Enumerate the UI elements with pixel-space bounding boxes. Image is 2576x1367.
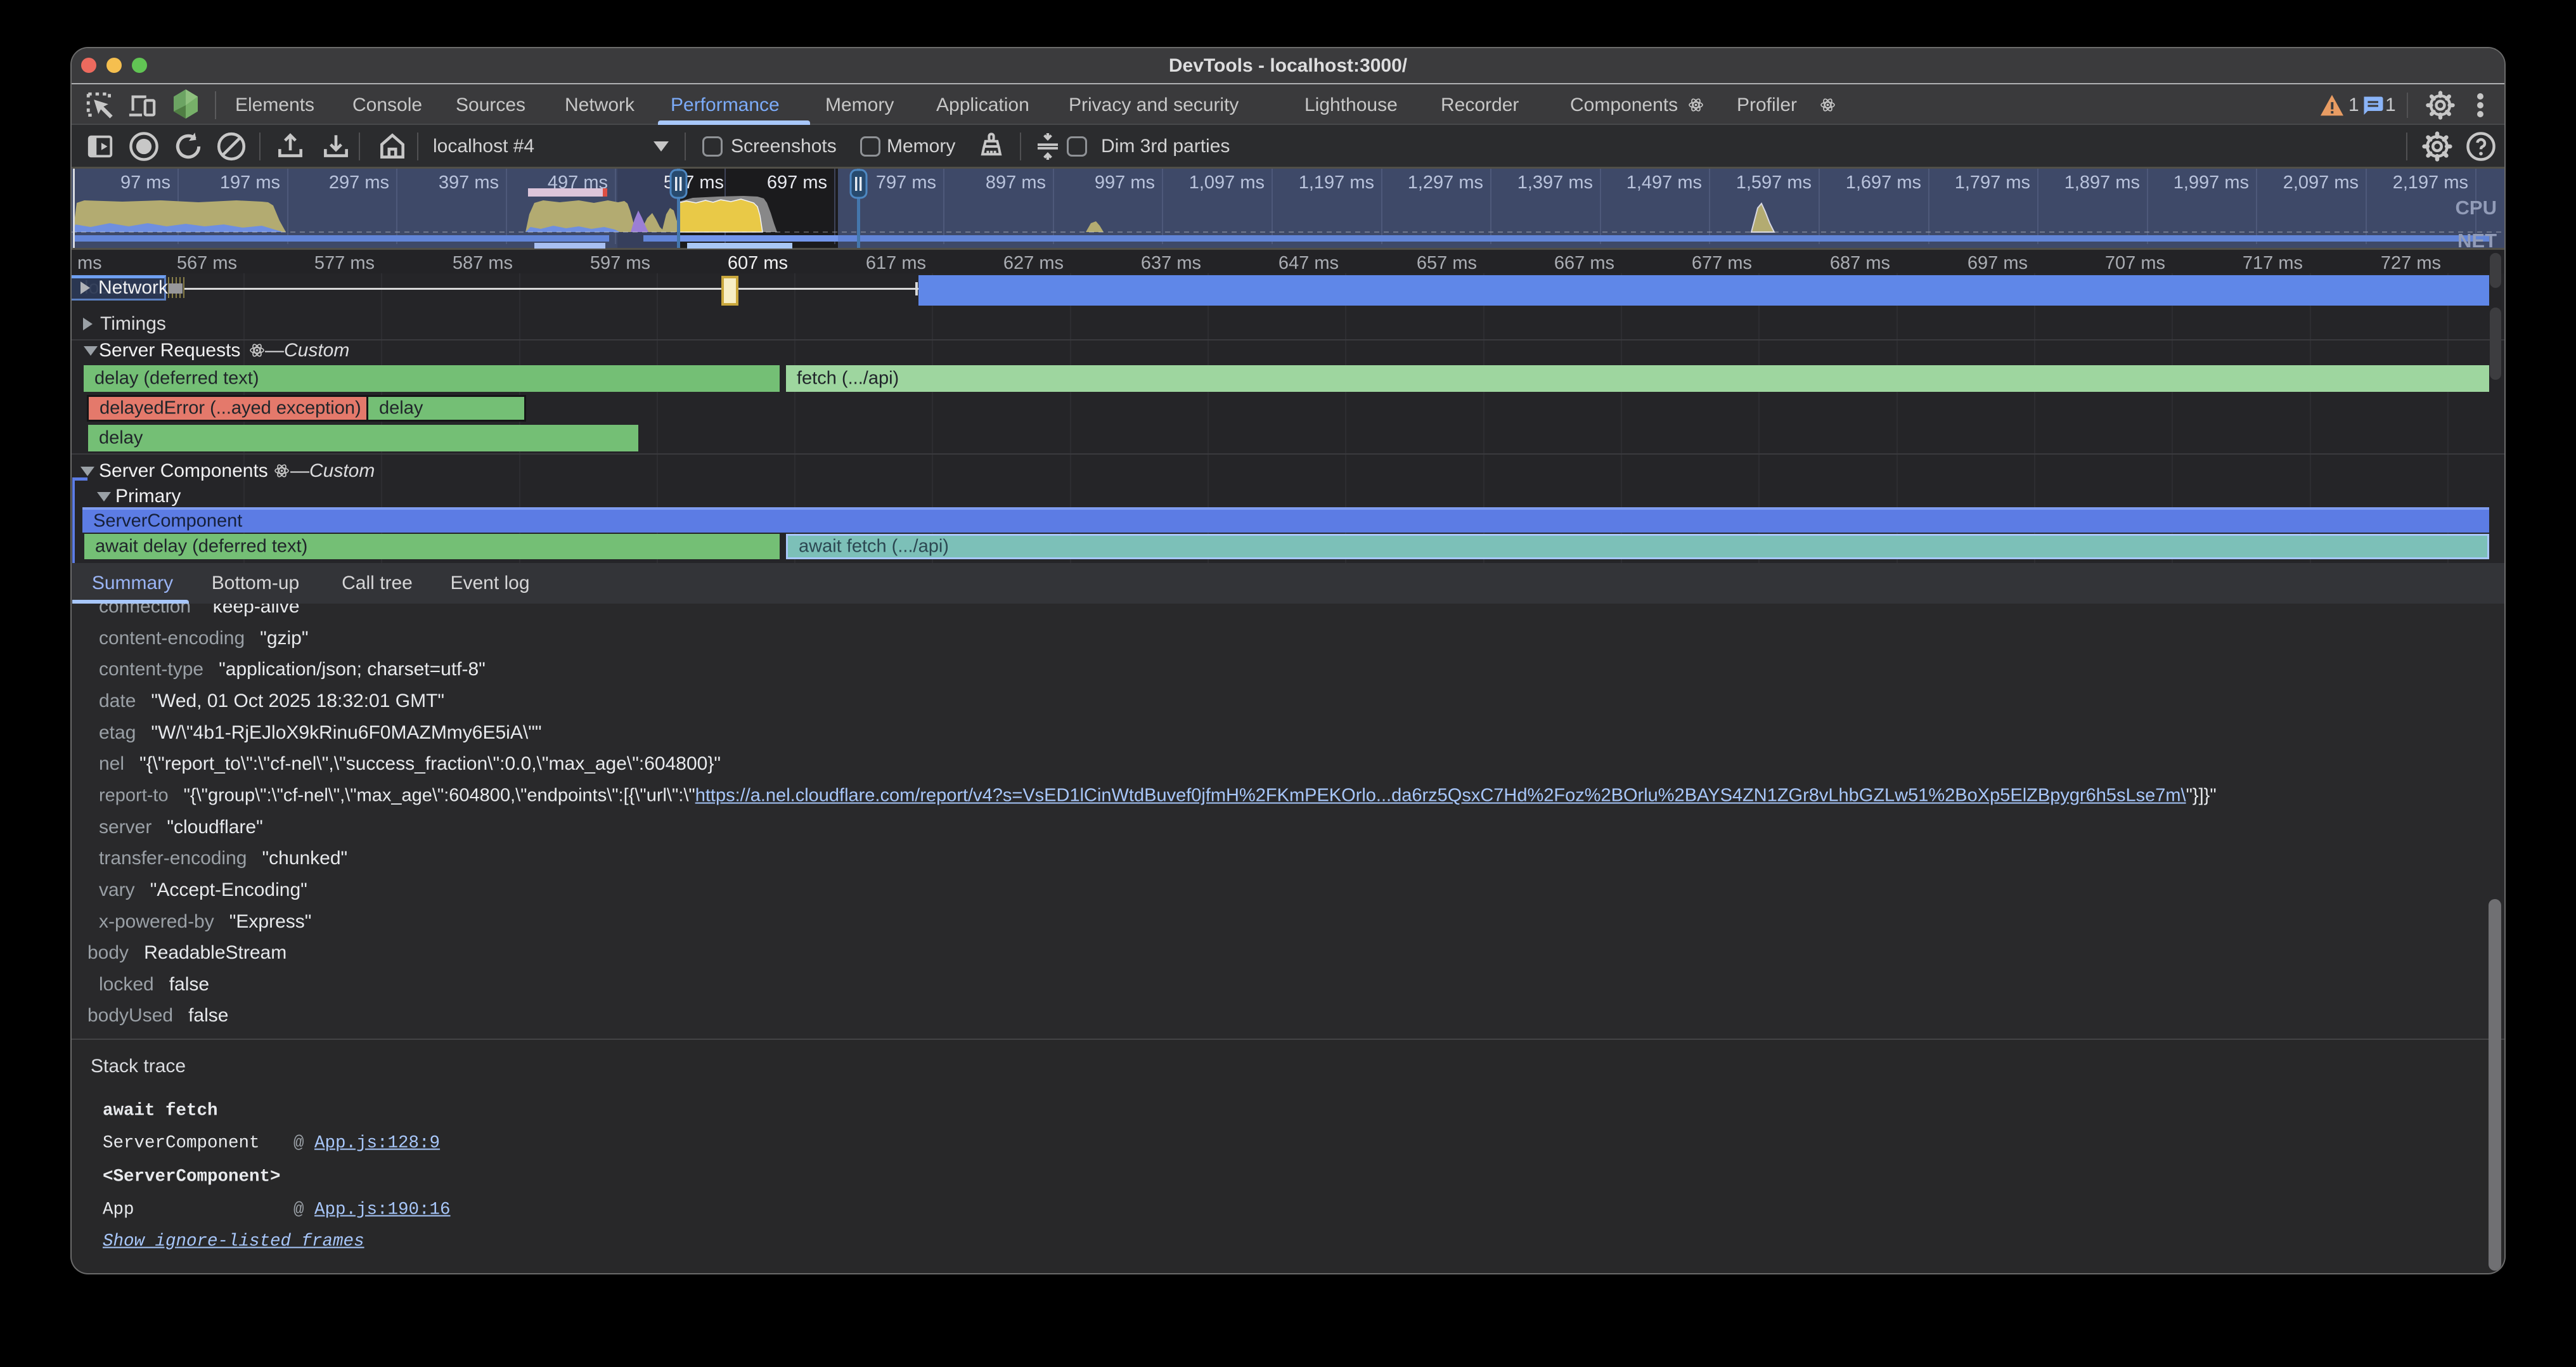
svg-text:397 ms: 397 ms <box>439 172 499 193</box>
svg-text:897 ms: 897 ms <box>986 172 1046 193</box>
svg-text:667 ms: 667 ms <box>1554 253 1614 273</box>
svg-text:707 ms: 707 ms <box>2105 253 2165 273</box>
svg-text:1,497 ms: 1,497 ms <box>1626 172 1702 193</box>
svg-text:1,997 ms: 1,997 ms <box>2174 172 2249 193</box>
svg-text:697 ms: 697 ms <box>1967 253 2028 273</box>
svg-text:627 ms: 627 ms <box>1003 253 1064 273</box>
svg-text:647 ms: 647 ms <box>1278 253 1339 273</box>
svg-text:97 ms: 97 ms <box>120 172 171 193</box>
svg-text:587 ms: 587 ms <box>453 253 513 273</box>
svg-text:637 ms: 637 ms <box>1141 253 1201 273</box>
svg-text:NET: NET <box>2457 230 2497 252</box>
svg-text:687 ms: 687 ms <box>1830 253 1890 273</box>
svg-text:1,097 ms: 1,097 ms <box>1189 172 1265 193</box>
svg-text:2,097 ms: 2,097 ms <box>2283 172 2359 193</box>
svg-text:727 ms: 727 ms <box>2381 253 2441 273</box>
svg-text:597 ms: 597 ms <box>590 253 650 273</box>
svg-text:CPU: CPU <box>2456 197 2497 219</box>
svg-text:1,597 ms: 1,597 ms <box>1736 172 1812 193</box>
svg-text:577 ms: 577 ms <box>314 253 375 273</box>
svg-text:197 ms: 197 ms <box>220 172 280 193</box>
svg-text:607 ms: 607 ms <box>728 253 788 273</box>
svg-text:697 ms: 697 ms <box>767 172 827 193</box>
svg-text:1,897 ms: 1,897 ms <box>2064 172 2140 193</box>
svg-text:1,797 ms: 1,797 ms <box>1955 172 2030 193</box>
svg-text:ms: ms <box>77 253 102 273</box>
svg-text:717 ms: 717 ms <box>2243 253 2303 273</box>
svg-text:1,397 ms: 1,397 ms <box>1517 172 1593 193</box>
svg-text:997 ms: 997 ms <box>1095 172 1155 193</box>
svg-text:677 ms: 677 ms <box>1692 253 1752 273</box>
svg-text:1,697 ms: 1,697 ms <box>1846 172 1921 193</box>
svg-text:2,197 ms: 2,197 ms <box>2393 172 2468 193</box>
svg-text:297 ms: 297 ms <box>329 172 389 193</box>
svg-text:797 ms: 797 ms <box>876 172 936 193</box>
svg-text:617 ms: 617 ms <box>866 253 926 273</box>
svg-text:657 ms: 657 ms <box>1417 253 1477 273</box>
svg-text:567 ms: 567 ms <box>177 253 237 273</box>
svg-text:1,297 ms: 1,297 ms <box>1408 172 1483 193</box>
svg-text:1,197 ms: 1,197 ms <box>1299 172 1374 193</box>
